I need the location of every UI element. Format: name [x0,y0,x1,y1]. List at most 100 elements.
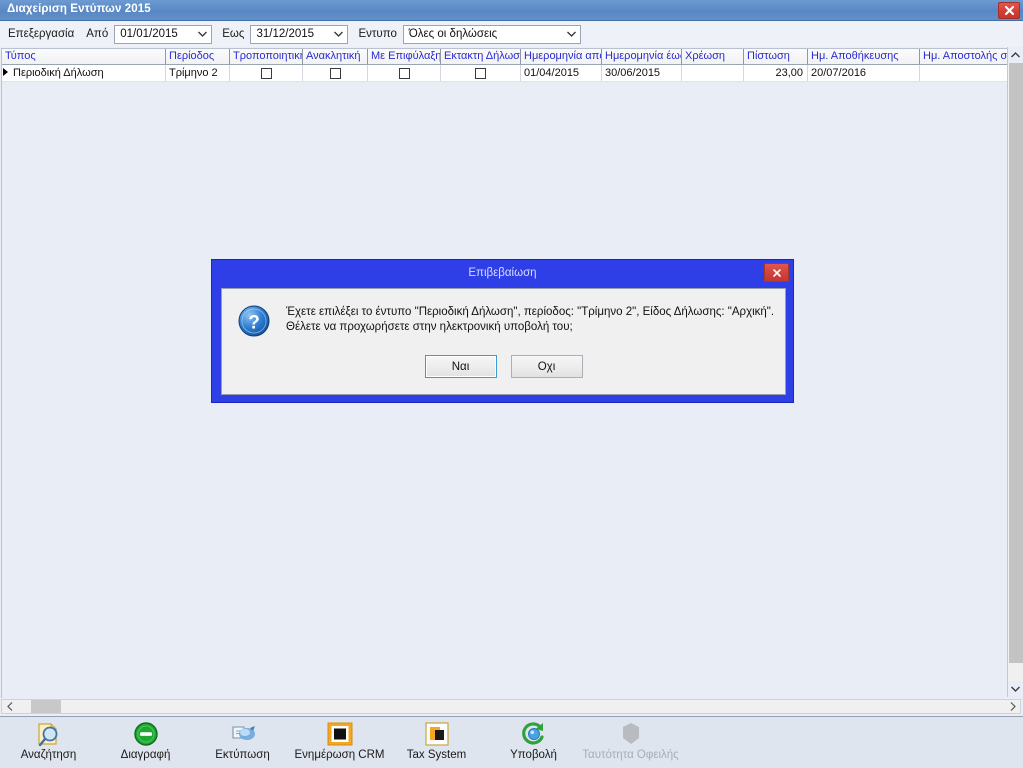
toolbar-button-tax-system[interactable]: Tax System [388,720,485,761]
dialog-button-row: Ναι Οχι [222,355,785,378]
date-to-value: 31/12/2015 [256,28,315,40]
toolbar-button-debt-identity: Ταυτότητα Οφειλής [582,720,679,761]
grid-header-row: Τύπος Περίοδος Τροποποιητική Ανακλητική Με Ε… [2,49,1007,65]
cell-text: 23,00 [775,67,803,79]
scroll-up-button[interactable] [1008,47,1023,63]
bottom-toolbar: Αναζήτηση Διαγραφή Εκτύπωση Ενημέρωση CR… [0,716,1023,768]
toolbar-button-delete[interactable]: Διαγραφή [97,720,194,761]
dialog-title: Επιβεβαίωση [468,267,537,279]
from-label: Από [86,28,109,40]
form-type-value: Όλες οι δηλώσεις [408,28,498,40]
form-type-label: Εντυπο [358,28,397,40]
grid-vertical-scrollbar[interactable] [1007,47,1023,697]
chevron-right-icon [1010,702,1016,711]
scroll-track-horizontal[interactable] [17,700,1005,713]
toolbar-button-label: Αναζήτηση [20,749,77,761]
close-icon [772,268,781,277]
cell-text: 01/04/2015 [524,67,580,79]
crm-update-icon [324,720,356,748]
row-selection-marker-icon [3,68,8,76]
grid-cell-anaklitiki[interactable] [303,65,368,81]
dialog-body: ? Έχετε επιλέξει το έντυπο "Περιοδική Δή… [221,288,786,395]
scroll-thumb-horizontal[interactable] [31,700,61,713]
chevron-down-icon [330,26,347,43]
toolbar-button-print[interactable]: Εκτύπωση [194,720,291,761]
toolbar-button-label: Tax System [406,749,467,761]
chevron-down-icon [1011,686,1020,692]
grid-cell-periodos[interactable]: Τρίμηνο 2 [166,65,230,81]
toolbar-button-label: Ενημέρωση CRM [294,749,385,761]
tax-system-icon [421,720,453,748]
toolbar-button-submit[interactable]: Υποβολή [485,720,582,761]
grid-cell-me_epifylaxi[interactable] [368,65,441,81]
grid-column-header-pistosi[interactable]: Πίστωση [744,49,808,64]
grid-cell-xreosi[interactable] [682,65,744,81]
grid-column-header-anaklitiki[interactable]: Ανακλητική [303,49,368,64]
close-icon [1004,5,1014,16]
dialog-message-row: ? Έχετε επιλέξει το έντυπο "Περιοδική Δή… [222,289,785,337]
grid-column-header-imerominia_eos[interactable]: Ημερομηνία έως [602,49,682,64]
grid-cell-imerominia_apo[interactable]: 01/04/2015 [521,65,602,81]
grid-column-header-ektakti_dilosi[interactable]: Εκτακτη Δήλωση [441,49,521,64]
grid-column-header-typos[interactable]: Τύπος [2,49,166,64]
checkbox-me_epifylaxi[interactable] [398,67,410,79]
dialog-message: Έχετε επιλέξει το έντυπο "Περιοδική Δήλω… [286,306,775,333]
application-window: Διαχείριση Εντύπων 2015 Επεξεργασία Από … [0,0,1023,768]
grid-cell-tropopoiitiki[interactable] [230,65,303,81]
dialog-no-button[interactable]: Οχι [510,355,583,378]
cell-text: Τρίμηνο 2 [169,67,218,79]
scroll-down-button[interactable] [1008,681,1023,697]
chevron-down-icon [194,26,211,43]
search-icon [33,720,65,748]
scroll-right-button[interactable] [1005,700,1020,713]
question-icon: ? [238,305,270,337]
chevron-down-icon [563,26,580,43]
grid-column-header-xreosi[interactable]: Χρέωση [682,49,744,64]
dialog-close-button[interactable] [764,263,789,282]
grid-cell-pistosi[interactable]: 23,00 [744,65,808,81]
grid-column-header-im_apothikefsis[interactable]: Ημ. Αποθήκευσης [808,49,920,64]
window-title-bar: Διαχείριση Εντύπων 2015 [0,0,1023,21]
grid-cell-im_apostolis[interactable] [920,65,1007,81]
grid-column-header-tropopoiitiki[interactable]: Τροποποιητική [230,49,303,64]
toolbar-button-label: Ταυτότητα Οφειλής [582,749,679,761]
scroll-left-button[interactable] [2,700,17,713]
grid-horizontal-scrollbar[interactable] [1,699,1021,714]
checkbox-ektakti_dilosi[interactable] [475,67,486,79]
toolbar-button-label: Διαγραφή [120,749,171,761]
grid-cell-imerominia_eos[interactable]: 30/06/2015 [602,65,682,81]
grid-body: Περιοδική Δήλωση Τρίμηνο 2 01/04/2015 30/06… [2,65,1007,82]
grid-cell-typos[interactable]: Περιοδική Δήλωση [2,65,166,81]
cell-text: 30/06/2015 [605,67,661,79]
dialog-yes-button[interactable]: Ναι [424,355,497,378]
table-row[interactable]: Περιοδική Δήλωση Τρίμηνο 2 01/04/2015 30/06… [2,65,1007,82]
date-from-combobox[interactable]: 01/01/2015 [114,24,213,44]
cell-text: Περιοδική Δήλωση [13,67,104,79]
window-close-button[interactable] [998,2,1020,19]
edit-menu-label[interactable]: Επεξεργασία [8,28,74,40]
toolbar-button-search[interactable]: Αναζήτηση [0,720,97,761]
grid-column-header-periodos[interactable]: Περίοδος [166,49,230,64]
toolbar-button-label: Υποβολή [510,749,557,761]
scroll-thumb-vertical[interactable] [1009,63,1023,663]
dialog-title-bar: Επιβεβαίωση [212,260,793,286]
toolbar-button-crm-update[interactable]: Ενημέρωση CRM [291,720,388,761]
checkbox-anaklitiki[interactable] [329,67,341,79]
grid-column-header-me_epifylaxi[interactable]: Με Επιφύλαξη [368,49,441,64]
date-to-combobox[interactable]: 31/12/2015 [250,24,349,44]
chevron-up-icon [1011,52,1020,58]
delete-icon [130,720,162,748]
grid-cell-im_apothikefsis[interactable]: 20/07/2016 [808,65,920,81]
filter-toolbar: Επεξεργασία Από 01/01/2015 Εως 31/12/201… [0,21,1023,47]
cell-text: 20/07/2016 [811,67,867,79]
checkbox-tropopoiitiki[interactable] [260,67,272,79]
form-type-combobox[interactable]: Όλες οι δηλώσεις [402,24,581,44]
chevron-left-icon [6,702,12,711]
grid-column-header-im_apostolis[interactable]: Ημ. Αποστολής σε Τ [920,49,1007,64]
window-title: Διαχείριση Εντύπων 2015 [7,3,151,15]
print-icon [227,720,259,748]
grid-column-header-imerominia_apo[interactable]: Ημερομηνία από [521,49,602,64]
svg-text:?: ? [248,313,260,334]
submit-icon [518,720,550,748]
grid-cell-ektakti_dilosi[interactable] [441,65,521,81]
